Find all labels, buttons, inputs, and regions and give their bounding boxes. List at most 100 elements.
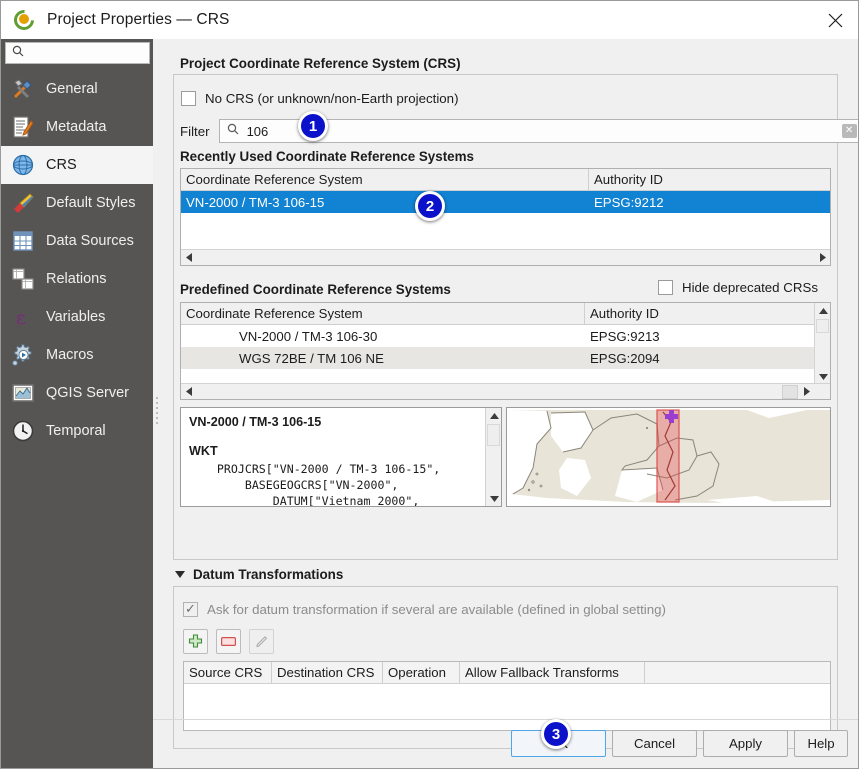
apply-button[interactable]: Apply	[703, 730, 788, 757]
scroll-down-icon[interactable]	[486, 490, 501, 506]
recent-table-hscrollbar[interactable]	[181, 249, 830, 265]
sidebar-item-macros[interactable]: Macros	[1, 336, 153, 374]
predefined-crs-header: Coordinate Reference System Authority ID	[181, 303, 815, 325]
help-button[interactable]: Help	[794, 730, 848, 757]
sidebar-item-general[interactable]: General	[1, 70, 153, 108]
column-header-authority[interactable]: Authority ID	[585, 303, 815, 324]
paintbrush-icon	[11, 191, 35, 215]
title-bar: Project Properties — CRS	[1, 1, 858, 39]
column-header-crs[interactable]: Coordinate Reference System	[181, 303, 585, 324]
vscroll-thumb[interactable]	[487, 424, 500, 446]
table-row[interactable]: WGS 72BE / TM 106 NE EPSG:2094	[181, 347, 815, 369]
sidebar-item-qgis-server[interactable]: QGIS Server	[1, 374, 153, 412]
dialog-button-bar: OK Cancel Apply Help	[153, 719, 858, 768]
crs-details-pane[interactable]: VN-2000 / TM-3 106-15 WKT PROJCRS["VN-20…	[180, 407, 502, 507]
annotation-badge-2: 2	[415, 191, 445, 221]
scroll-left-icon[interactable]	[181, 384, 197, 399]
sidebar-item-metadata[interactable]: Metadata	[1, 108, 153, 146]
no-crs-label: No CRS (or unknown/non-Earth projection)	[205, 91, 459, 106]
table-row[interactable]: VN-2000 / TM-3 106-15 EPSG:9212	[181, 191, 830, 213]
remove-transform-button[interactable]	[216, 629, 241, 654]
hammer-wrench-icon	[10, 76, 36, 102]
clear-icon[interactable]: ✕	[841, 124, 857, 138]
sidebar-item-variables[interactable]: ε Variables	[1, 298, 153, 336]
recent-crs-title: Recently Used Coordinate Reference Syste…	[180, 149, 474, 164]
chevron-down-icon[interactable]	[175, 571, 185, 578]
crs-details-name: VN-2000 / TM-3 106-15	[189, 415, 322, 429]
sidebar-item-data-sources[interactable]: Data Sources	[1, 222, 153, 260]
recent-crs-rows: VN-2000 / TM-3 106-15 EPSG:9212	[181, 191, 830, 213]
predefined-table-vscrollbar[interactable]	[814, 303, 830, 384]
sidebar-search-field[interactable]	[5, 42, 150, 64]
ask-datum-checkbox[interactable]: ✓	[183, 602, 198, 617]
scroll-left-icon[interactable]	[181, 250, 197, 265]
cell-authority: EPSG:9213	[590, 328, 660, 344]
hammer-wrench-icon	[11, 77, 35, 101]
column-header-blank	[645, 662, 830, 683]
column-header-authority[interactable]: Authority ID	[589, 169, 830, 190]
hide-deprecated-checkbox[interactable]	[658, 280, 673, 295]
column-header-source-crs[interactable]: Source CRS	[184, 662, 272, 683]
cell-authority: EPSG:9212	[594, 194, 664, 210]
relations-icon	[11, 267, 35, 291]
paintbrush-icon	[10, 190, 36, 216]
wkt-label: WKT	[189, 444, 218, 458]
sidebar-search-input[interactable]	[28, 45, 138, 61]
globe-icon	[10, 152, 36, 178]
recent-crs-table: Coordinate Reference System Authority ID…	[180, 168, 831, 266]
clock-icon	[11, 419, 35, 443]
document-pencil-icon	[10, 114, 36, 140]
filter-row: Filter 106 ✕	[180, 119, 858, 143]
sidebar-item-label: Data Sources	[46, 233, 134, 249]
cancel-button[interactable]: Cancel	[612, 730, 697, 757]
document-pencil-icon	[11, 115, 35, 139]
predefined-crs-table: Coordinate Reference System Authority ID…	[180, 302, 831, 400]
scroll-right-icon[interactable]	[798, 384, 814, 399]
project-properties-dialog: Project Properties — CRS General Metadata…	[0, 0, 859, 769]
ask-datum-checkbox-row[interactable]: ✓ Ask for datum transformation if severa…	[183, 602, 666, 617]
search-icon	[227, 122, 239, 140]
table-row[interactable]: VN-2000 / TM-3 106-30 EPSG:9213	[181, 325, 815, 347]
cell-authority: EPSG:2094	[590, 350, 660, 366]
hide-deprecated-row[interactable]: Hide deprecated CRSs	[658, 280, 818, 295]
sidebar-item-label: QGIS Server	[46, 385, 129, 401]
recent-crs-header: Coordinate Reference System Authority ID	[181, 169, 830, 191]
scroll-down-icon[interactable]	[815, 368, 831, 384]
filter-value: 106	[246, 123, 269, 139]
hide-deprecated-label: Hide deprecated CRSs	[682, 280, 818, 295]
crs-panel: Project Coordinate Reference System (CRS…	[153, 39, 858, 768]
add-transform-button[interactable]	[183, 629, 208, 654]
scroll-up-icon[interactable]	[486, 408, 501, 424]
no-crs-checkbox[interactable]	[181, 91, 196, 106]
sidebar-item-list: General Metadata CRS Default Styles Data Sou…	[1, 70, 153, 450]
sidebar-item-label: CRS	[46, 157, 77, 173]
datum-transformations-header[interactable]: Datum Transformations	[175, 567, 343, 582]
close-icon[interactable]	[812, 1, 858, 39]
sidebar-item-relations[interactable]: Relations	[1, 260, 153, 298]
panel-splitter[interactable]	[154, 394, 159, 434]
vscroll-thumb[interactable]	[816, 319, 829, 333]
column-header-allow-fallback[interactable]: Allow Fallback Transforms	[460, 662, 645, 683]
sidebar-item-crs[interactable]: CRS	[1, 146, 153, 184]
scroll-up-icon[interactable]	[815, 303, 831, 319]
clock-icon	[10, 418, 36, 444]
table-icon	[11, 229, 35, 253]
column-header-crs[interactable]: Coordinate Reference System	[181, 169, 589, 190]
qgis-logo-icon	[9, 5, 39, 35]
scroll-right-icon[interactable]	[814, 250, 830, 265]
predefined-table-hscrollbar[interactable]	[181, 383, 830, 399]
globe-icon	[11, 153, 35, 177]
annotation-badge-3: 3	[541, 719, 571, 749]
datum-transformations-title: Datum Transformations	[193, 567, 344, 582]
sidebar-item-default-styles[interactable]: Default Styles	[1, 184, 153, 222]
datum-table-header: Source CRS Destination CRS Operation All…	[184, 662, 830, 684]
sidebar-item-label: Default Styles	[46, 195, 136, 211]
column-header-destination-crs[interactable]: Destination CRS	[272, 662, 383, 683]
column-header-operation[interactable]: Operation	[383, 662, 460, 683]
wkt-vscrollbar[interactable]	[485, 408, 501, 506]
search-icon	[12, 44, 24, 62]
no-crs-checkbox-row[interactable]: No CRS (or unknown/non-Earth projection)	[181, 91, 459, 106]
epsilon-icon: ε	[10, 304, 36, 330]
gear-play-icon	[10, 342, 36, 368]
sidebar-item-temporal[interactable]: Temporal	[1, 412, 153, 450]
